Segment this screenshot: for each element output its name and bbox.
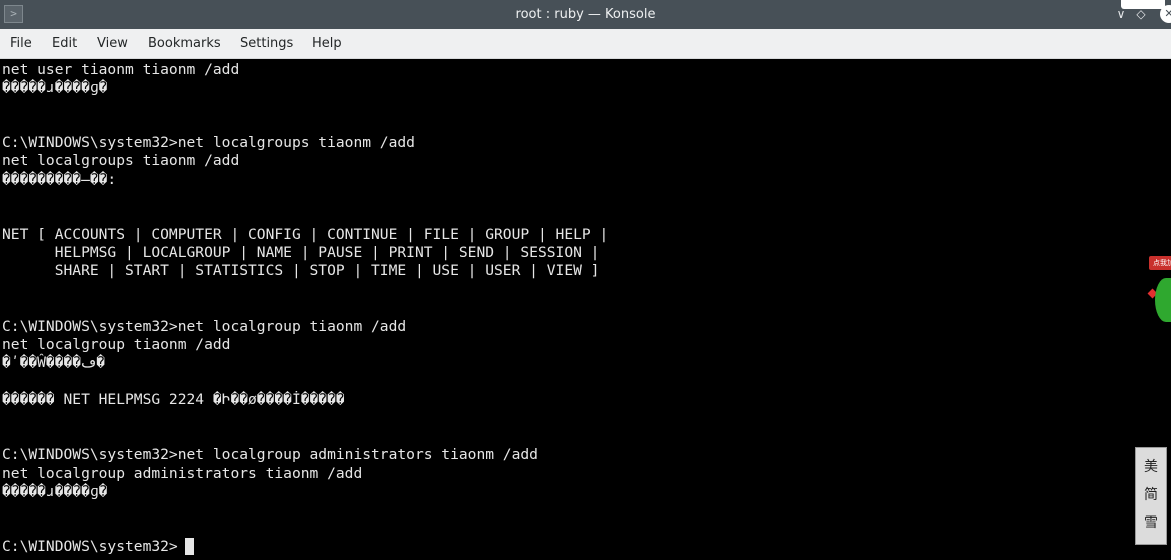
menu-settings[interactable]: Settings	[240, 29, 293, 59]
window-title: root : ruby — Konsole	[515, 7, 656, 22]
title-bar[interactable]: > root : ruby — Konsole ∨ ◇ ✕	[0, 0, 1171, 29]
terminal-line: C:\WINDOWS\system32>net localgroup tiaon…	[2, 318, 407, 335]
terminal-line: �����ɹ����ɡ�	[2, 483, 108, 500]
terminal-line: �ʹ��Ŵ����ڡ�	[2, 354, 106, 371]
banner-glyph: 美	[1144, 459, 1158, 475]
banner-glyph: 雪	[1144, 515, 1158, 531]
terminal-line: �����ɹ����ɡ�	[2, 79, 108, 96]
menu-file[interactable]: File	[10, 29, 32, 59]
widget-label: 点我加	[1149, 256, 1171, 270]
menu-help[interactable]: Help	[312, 29, 342, 59]
terminal-line: C:\WINDOWS\system32>net localgroups tiao…	[2, 134, 415, 151]
terminal-line: SHARE | START | STATISTICS | STOP | TIME…	[2, 262, 600, 279]
menu-edit[interactable]: Edit	[52, 29, 77, 59]
terminal-line: ������ NET HELPMSG 2224 �Ի��ø����İ�����	[2, 391, 345, 408]
terminal-prompt-line: C:\WINDOWS\system32>	[2, 538, 178, 555]
terminal-line: net localgroup tiaonm /add	[2, 336, 231, 353]
terminal-line: ���������̶��:	[2, 171, 117, 188]
text-cursor	[185, 538, 194, 555]
floating-helper-widget[interactable]: 点我加	[1141, 248, 1171, 328]
menu-view[interactable]: View	[97, 29, 128, 59]
terminal-line: net localgroup administrators tiaonm /ad…	[2, 465, 363, 482]
mascot-icon	[1155, 278, 1171, 322]
terminal-line: C:\WINDOWS\system32>net localgroup admin…	[2, 446, 538, 463]
side-banner[interactable]: 美 简 雪	[1135, 447, 1167, 545]
titlebar-overlay	[1121, 0, 1165, 9]
terminal-line: HELPMSG | LOCALGROUP | NAME | PAUSE | PR…	[2, 244, 600, 261]
close-icon[interactable]: ✕	[1160, 5, 1171, 23]
terminal-line: net localgroups tiaonm /add	[2, 152, 240, 169]
menu-bookmarks[interactable]: Bookmarks	[148, 29, 221, 59]
terminal-line: net user tiaonm tiaonm /add	[2, 61, 240, 78]
menu-bar: File Edit View Bookmarks Settings Help	[0, 29, 1171, 59]
terminal-line: NET [ ACCOUNTS | COMPUTER | CONFIG | CON…	[2, 226, 609, 243]
banner-glyph: 简	[1144, 487, 1158, 503]
